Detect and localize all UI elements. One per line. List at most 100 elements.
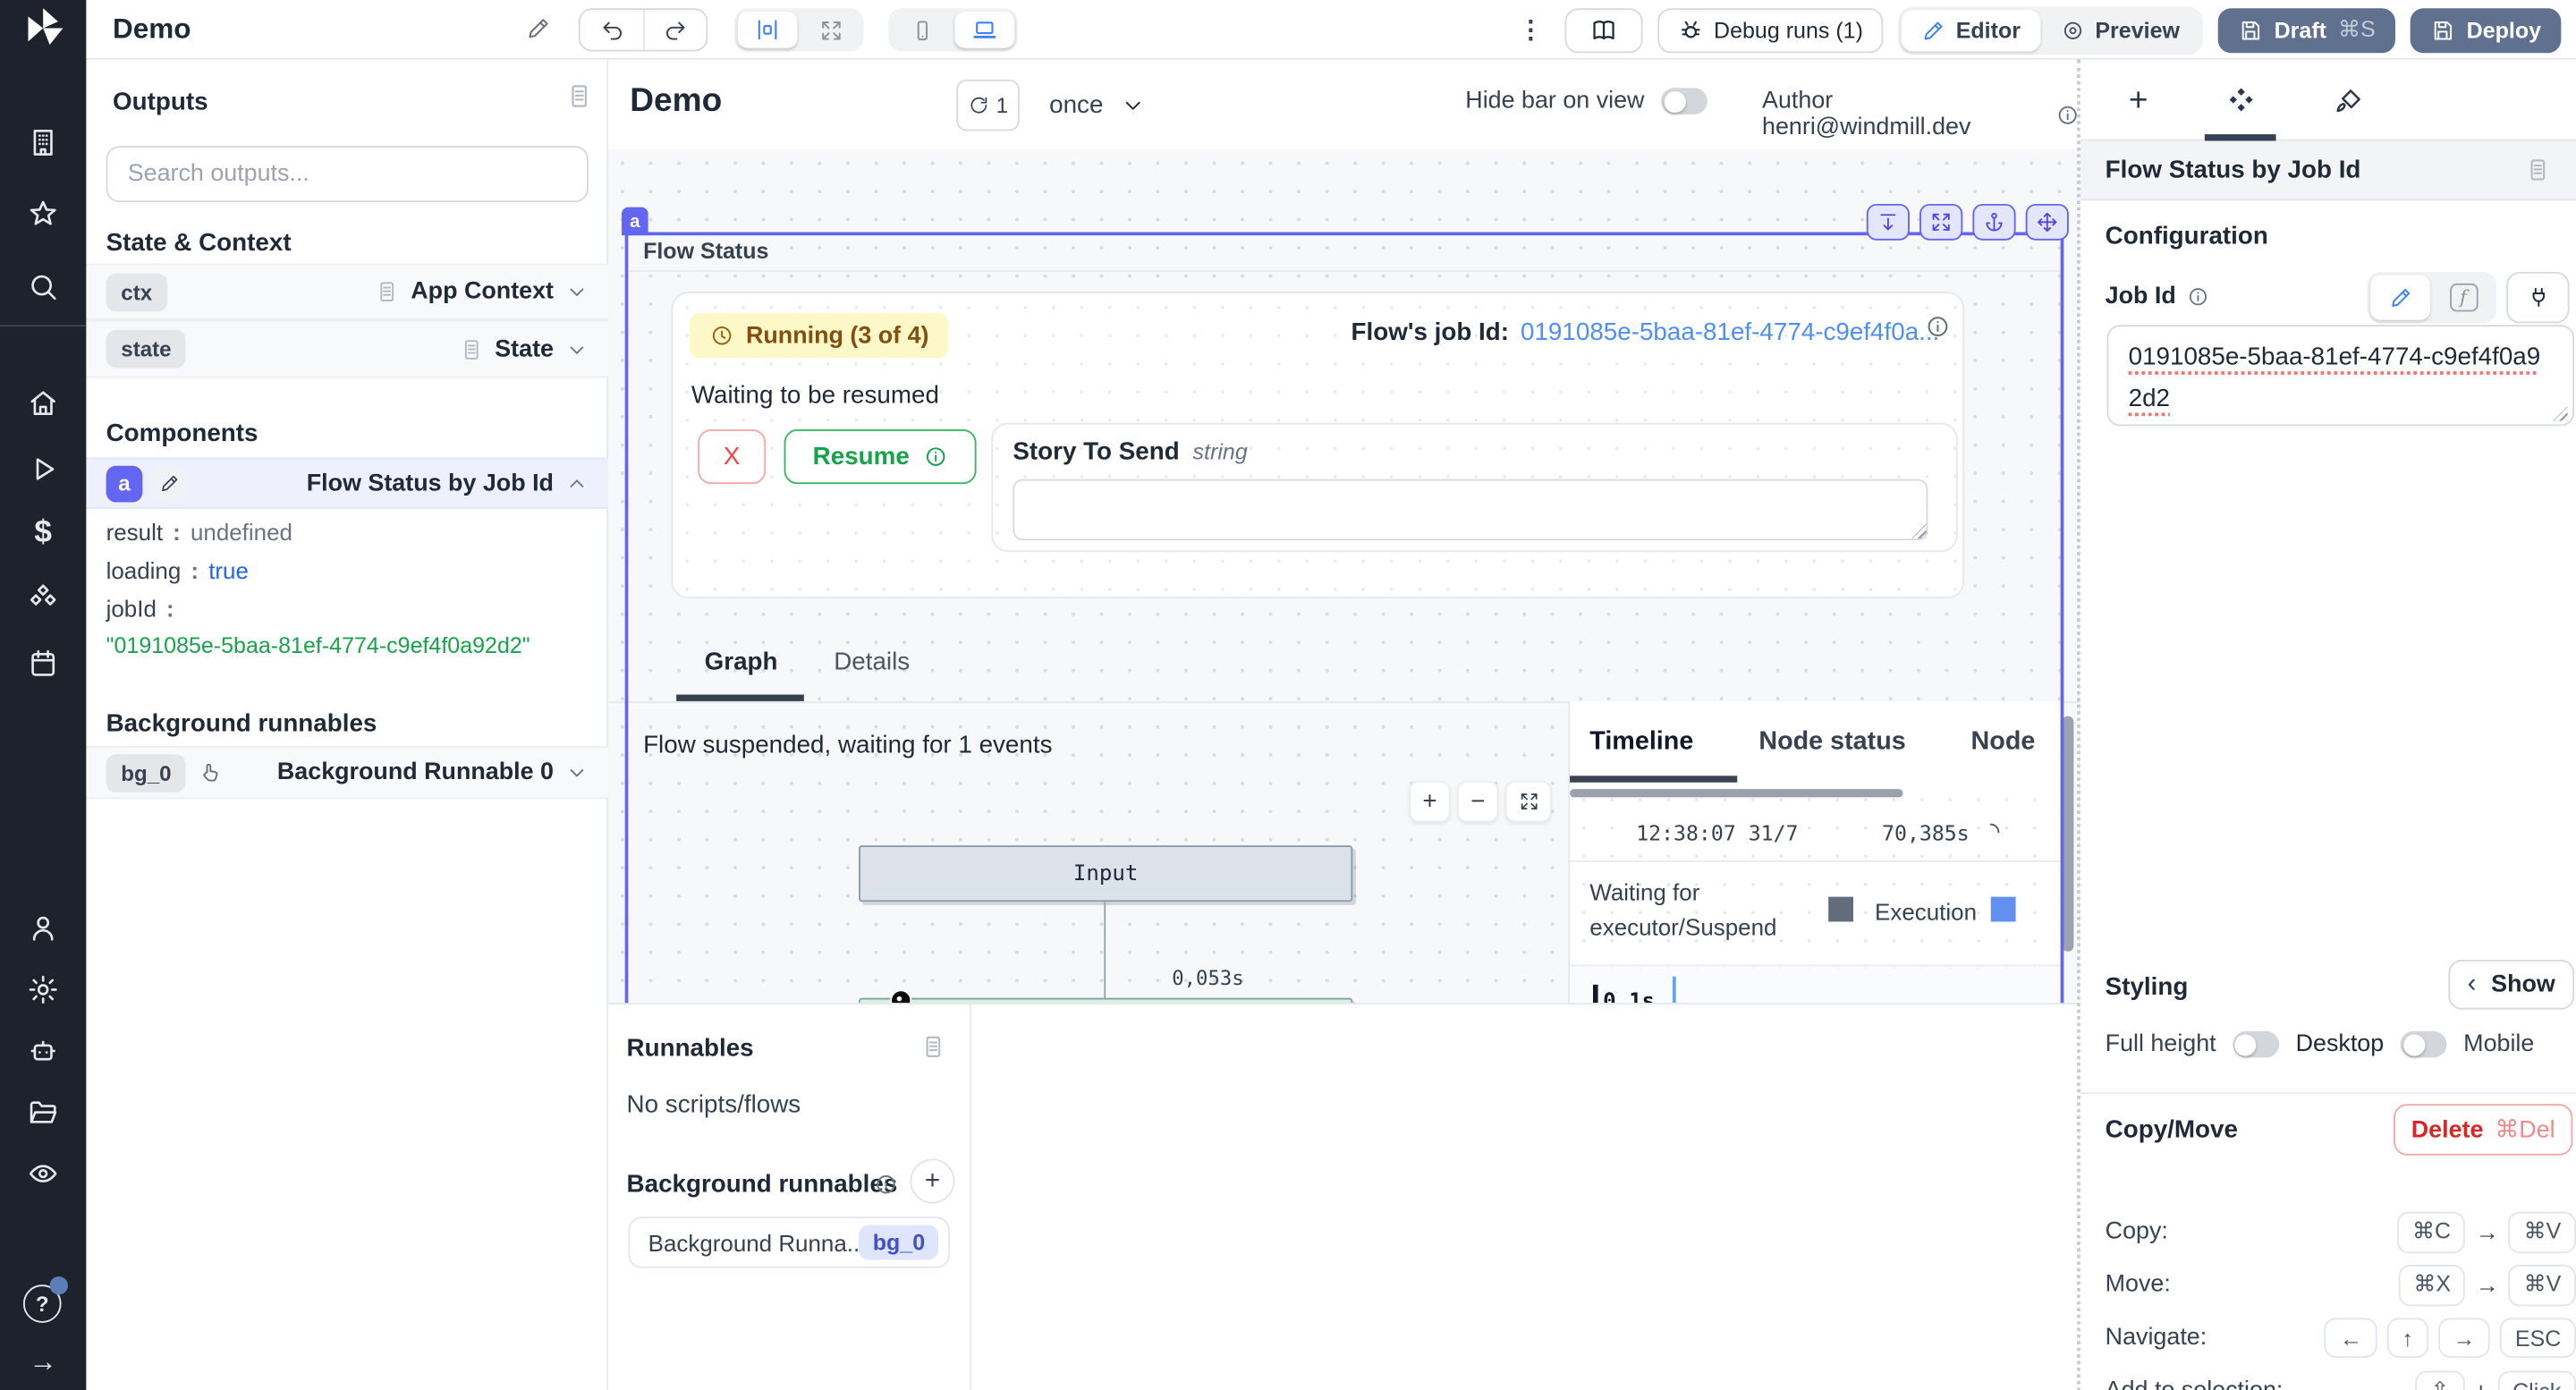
desktop-mobile-toggle[interactable]: [2401, 1031, 2447, 1058]
hand-pointer-icon: [198, 760, 223, 785]
deploy-button[interactable]: Deploy: [2411, 7, 2562, 52]
undo-button[interactable]: [580, 10, 643, 49]
tab-node-status[interactable]: Node status: [1758, 728, 1905, 758]
home-icon[interactable]: [27, 386, 60, 420]
full-width-button[interactable]: [801, 12, 860, 48]
flow-job-id-link[interactable]: 0191085e-5baa-81ef-4774-c9ef4f0a...: [1521, 318, 1939, 347]
insert-component-tab-plus-icon[interactable]: +: [2120, 83, 2157, 120]
device-toggle-group: [888, 8, 1018, 51]
graph-edge: [1104, 902, 1106, 997]
mobile-view-button[interactable]: [892, 12, 952, 48]
search-outputs-input[interactable]: [106, 146, 589, 202]
graph-node-input[interactable]: Input: [859, 845, 1352, 902]
info-icon[interactable]: [874, 1172, 899, 1197]
refresh-count-button[interactable]: 1: [956, 80, 1019, 131]
runnables-title: Runnables: [627, 1034, 754, 1063]
billing-dollar-icon[interactable]: $: [27, 515, 60, 548]
doc-panel-icon[interactable]: [920, 1033, 947, 1062]
schedule-dropdown[interactable]: once: [1049, 80, 1145, 131]
debug-runs-button[interactable]: Debug runs (1): [1657, 7, 1883, 52]
background-runnable-card[interactable]: Background Runna... bg_0: [628, 1216, 950, 1267]
add-background-runnable-button[interactable]: +: [910, 1158, 954, 1203]
key-click: Click: [2497, 1371, 2576, 1390]
edit-pencil-icon[interactable]: [151, 465, 188, 502]
canvas-header: Demo 1 once Hide bar on view Author henr…: [608, 60, 2080, 149]
connect-plug-button[interactable]: [2506, 272, 2569, 323]
chevron-up-icon[interactable]: [565, 471, 589, 495]
hide-bar-toggle[interactable]: [1661, 88, 1707, 114]
state-row[interactable]: state State: [86, 320, 608, 378]
chevron-down-icon[interactable]: [565, 280, 589, 303]
static-input-mode-pencil-icon[interactable]: [2370, 275, 2430, 320]
chevron-down-icon[interactable]: [565, 337, 589, 360]
edge-duration-label: 0,053s: [1172, 966, 1243, 989]
graph-fullscreen-button[interactable]: [1505, 781, 1552, 822]
workspace-icon[interactable]: [27, 126, 60, 159]
desktop-view-button[interactable]: [954, 12, 1014, 48]
full-height-toggle[interactable]: [2233, 1031, 2279, 1058]
copy-label: Copy:: [2106, 1218, 2168, 1245]
graph-details-tabs: Graph Details: [608, 622, 2080, 699]
more-menu-kebab-icon[interactable]: ⋮: [1512, 15, 1550, 45]
bg-runnable-id-badge: bg_0: [860, 1225, 938, 1260]
centered-layout-button[interactable]: [738, 12, 798, 48]
windmill-logo[interactable]: [21, 6, 64, 49]
audit-eye-icon[interactable]: [27, 1157, 60, 1191]
favorites-star-icon[interactable]: [27, 198, 60, 231]
anchor-component-button[interactable]: [1972, 204, 2015, 241]
runs-play-icon[interactable]: [27, 453, 60, 486]
tab-node[interactable]: Node: [1971, 728, 2036, 758]
settings-gear-icon[interactable]: [27, 973, 60, 1006]
ctx-key-badge: ctx: [106, 273, 167, 311]
expand-rail-arrow-icon[interactable]: →: [27, 1346, 60, 1379]
rename-pencil-icon[interactable]: [525, 15, 552, 42]
refresh-icon: [968, 95, 989, 116]
fx-input-mode-icon[interactable]: f: [2434, 275, 2494, 320]
move-component-button[interactable]: [2026, 204, 2069, 241]
resume-button[interactable]: Resume: [784, 429, 977, 484]
folders-icon[interactable]: [27, 1096, 60, 1129]
draft-kbd: ⌘S: [2338, 17, 2376, 44]
show-styling-button[interactable]: ‹ Show: [2448, 960, 2574, 1010]
app-root: $ ? → Demo ⋮ Debug: [0, 0, 2576, 1390]
redo-button[interactable]: [643, 10, 706, 49]
workers-robot-icon[interactable]: [27, 1034, 60, 1067]
component-inspector-panel: + Flow Status by Job Id Configuration Jo…: [2080, 60, 2576, 1390]
chevron-down-icon[interactable]: [565, 761, 589, 784]
styling-brush-tab-icon[interactable]: [2329, 83, 2366, 120]
graph-zoom-out-button[interactable]: −: [1457, 781, 1498, 822]
story-textarea[interactable]: [1013, 479, 1928, 541]
resources-cubes-icon[interactable]: [27, 582, 60, 615]
timeline-row: 0,1s: [1570, 968, 2061, 1003]
editor-tab[interactable]: Editor: [1902, 9, 2041, 50]
expand-component-button[interactable]: [1919, 204, 1962, 241]
schedules-calendar-icon[interactable]: [27, 647, 60, 680]
doc-panel-icon[interactable]: [2525, 156, 2552, 184]
graph-zoom-in-button[interactable]: +: [1409, 781, 1450, 822]
selected-component-tag: a: [622, 208, 648, 236]
component-row-selected[interactable]: a Flow Status by Job Id: [86, 458, 608, 509]
tab-details[interactable]: Details: [834, 648, 910, 677]
job-id-input[interactable]: 0191085e-5baa-81ef-4774-c9ef4f0a92d2: [2107, 325, 2575, 426]
tab-timeline[interactable]: Timeline: [1589, 728, 1693, 758]
fill-height-button[interactable]: [1867, 204, 1910, 241]
info-icon[interactable]: [2186, 285, 2209, 309]
doc-panel-icon[interactable]: [565, 81, 594, 111]
search-icon[interactable]: [27, 270, 60, 303]
resize-handle[interactable]: [2553, 406, 2568, 421]
panel-resize-gutter[interactable]: [2069, 60, 2080, 1390]
component-settings-tab-icon[interactable]: [2223, 83, 2259, 120]
delete-component-button[interactable]: Delete ⌘Del: [2394, 1104, 2572, 1155]
author-info: Author henri@windmill.dev: [1762, 88, 2080, 140]
info-icon[interactable]: [1925, 313, 1952, 340]
preview-tab[interactable]: Preview: [2040, 9, 2199, 50]
tab-graph[interactable]: Graph: [705, 648, 778, 677]
ctx-row[interactable]: ctx App Context: [86, 264, 608, 320]
background-runnable-row[interactable]: bg_0 Background Runnable 0: [86, 746, 608, 799]
docs-book-button[interactable]: [1564, 7, 1642, 52]
styling-title: Styling: [2106, 973, 2189, 1002]
draft-save-button[interactable]: Draft ⌘S: [2218, 7, 2395, 52]
user-icon[interactable]: [27, 911, 60, 945]
info-icon: [923, 445, 948, 470]
cancel-flow-button[interactable]: X: [698, 429, 766, 484]
